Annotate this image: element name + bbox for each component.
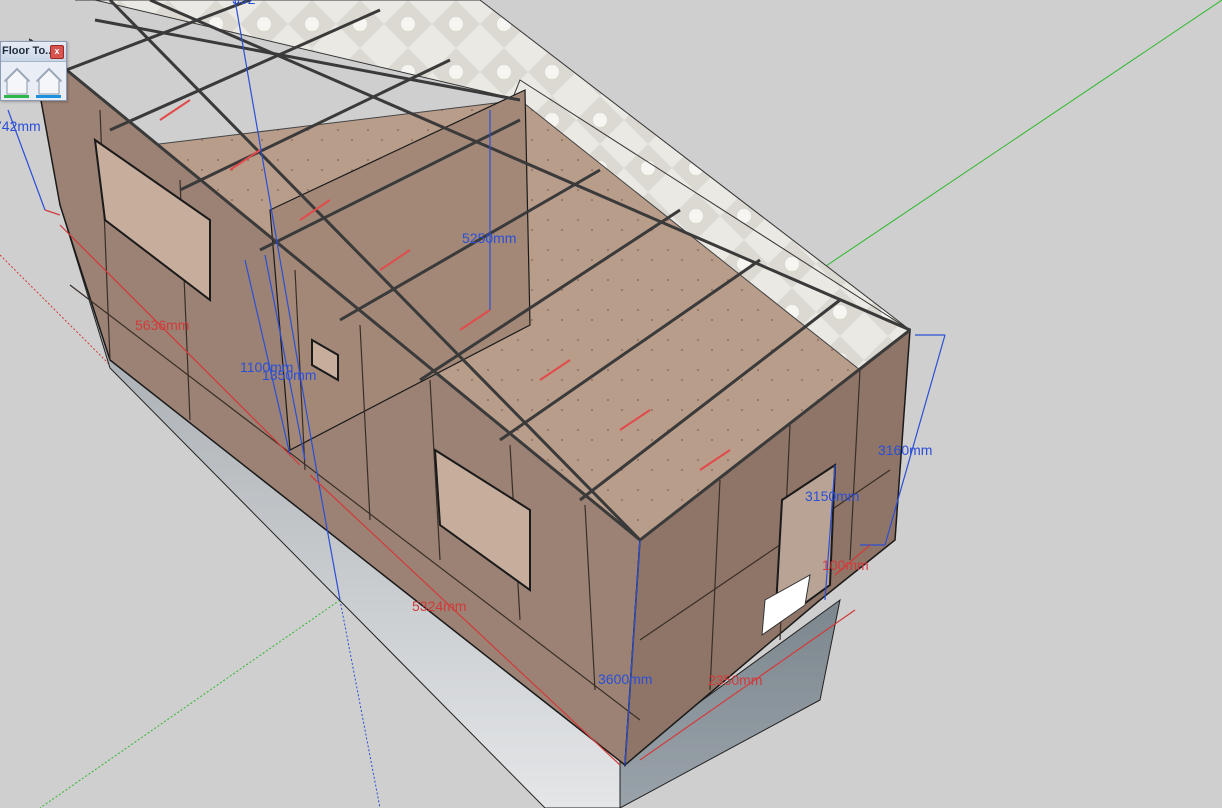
model-canvas[interactable]: 742mm 5636mm 1100mm 1350mm 5324mm 3600mm… [0,0,1222,808]
dim-label-2350: 2350mm [708,672,762,688]
toolbar-close-button[interactable]: x [50,45,64,59]
house-blue-icon [35,67,63,98]
toolbar-title: Floor To... [2,45,50,57]
dim-label-1350: 1350mm [262,367,316,383]
dim-label-3150: 3150mm [805,488,859,504]
floor-tool-button-blue[interactable] [34,64,65,100]
dim-label-5636: 5636mm [135,317,189,333]
toolbar-title-bar[interactable]: Floor To... x [1,42,66,62]
dim-label-742: 742mm [0,118,41,134]
dim-label-392: 392 [232,0,256,7]
3d-model-viewport[interactable]: 742mm 5636mm 1100mm 1350mm 5324mm 3600mm… [0,0,1222,808]
dim-label-3160: 3160mm [878,442,932,458]
dim-label-5324: 5324mm [412,598,466,614]
green-axis [819,0,1222,271]
dim-label-3600: 3600mm [598,671,652,687]
house-green-icon [3,67,31,98]
floor-tools-toolbar[interactable]: Floor To... x [0,41,67,101]
floor-tool-button-green[interactable] [2,64,33,100]
green-axis-dotted [39,599,341,808]
dim-label-5250: 5250mm [462,230,516,246]
dim-label-100: 100mm [822,557,869,573]
